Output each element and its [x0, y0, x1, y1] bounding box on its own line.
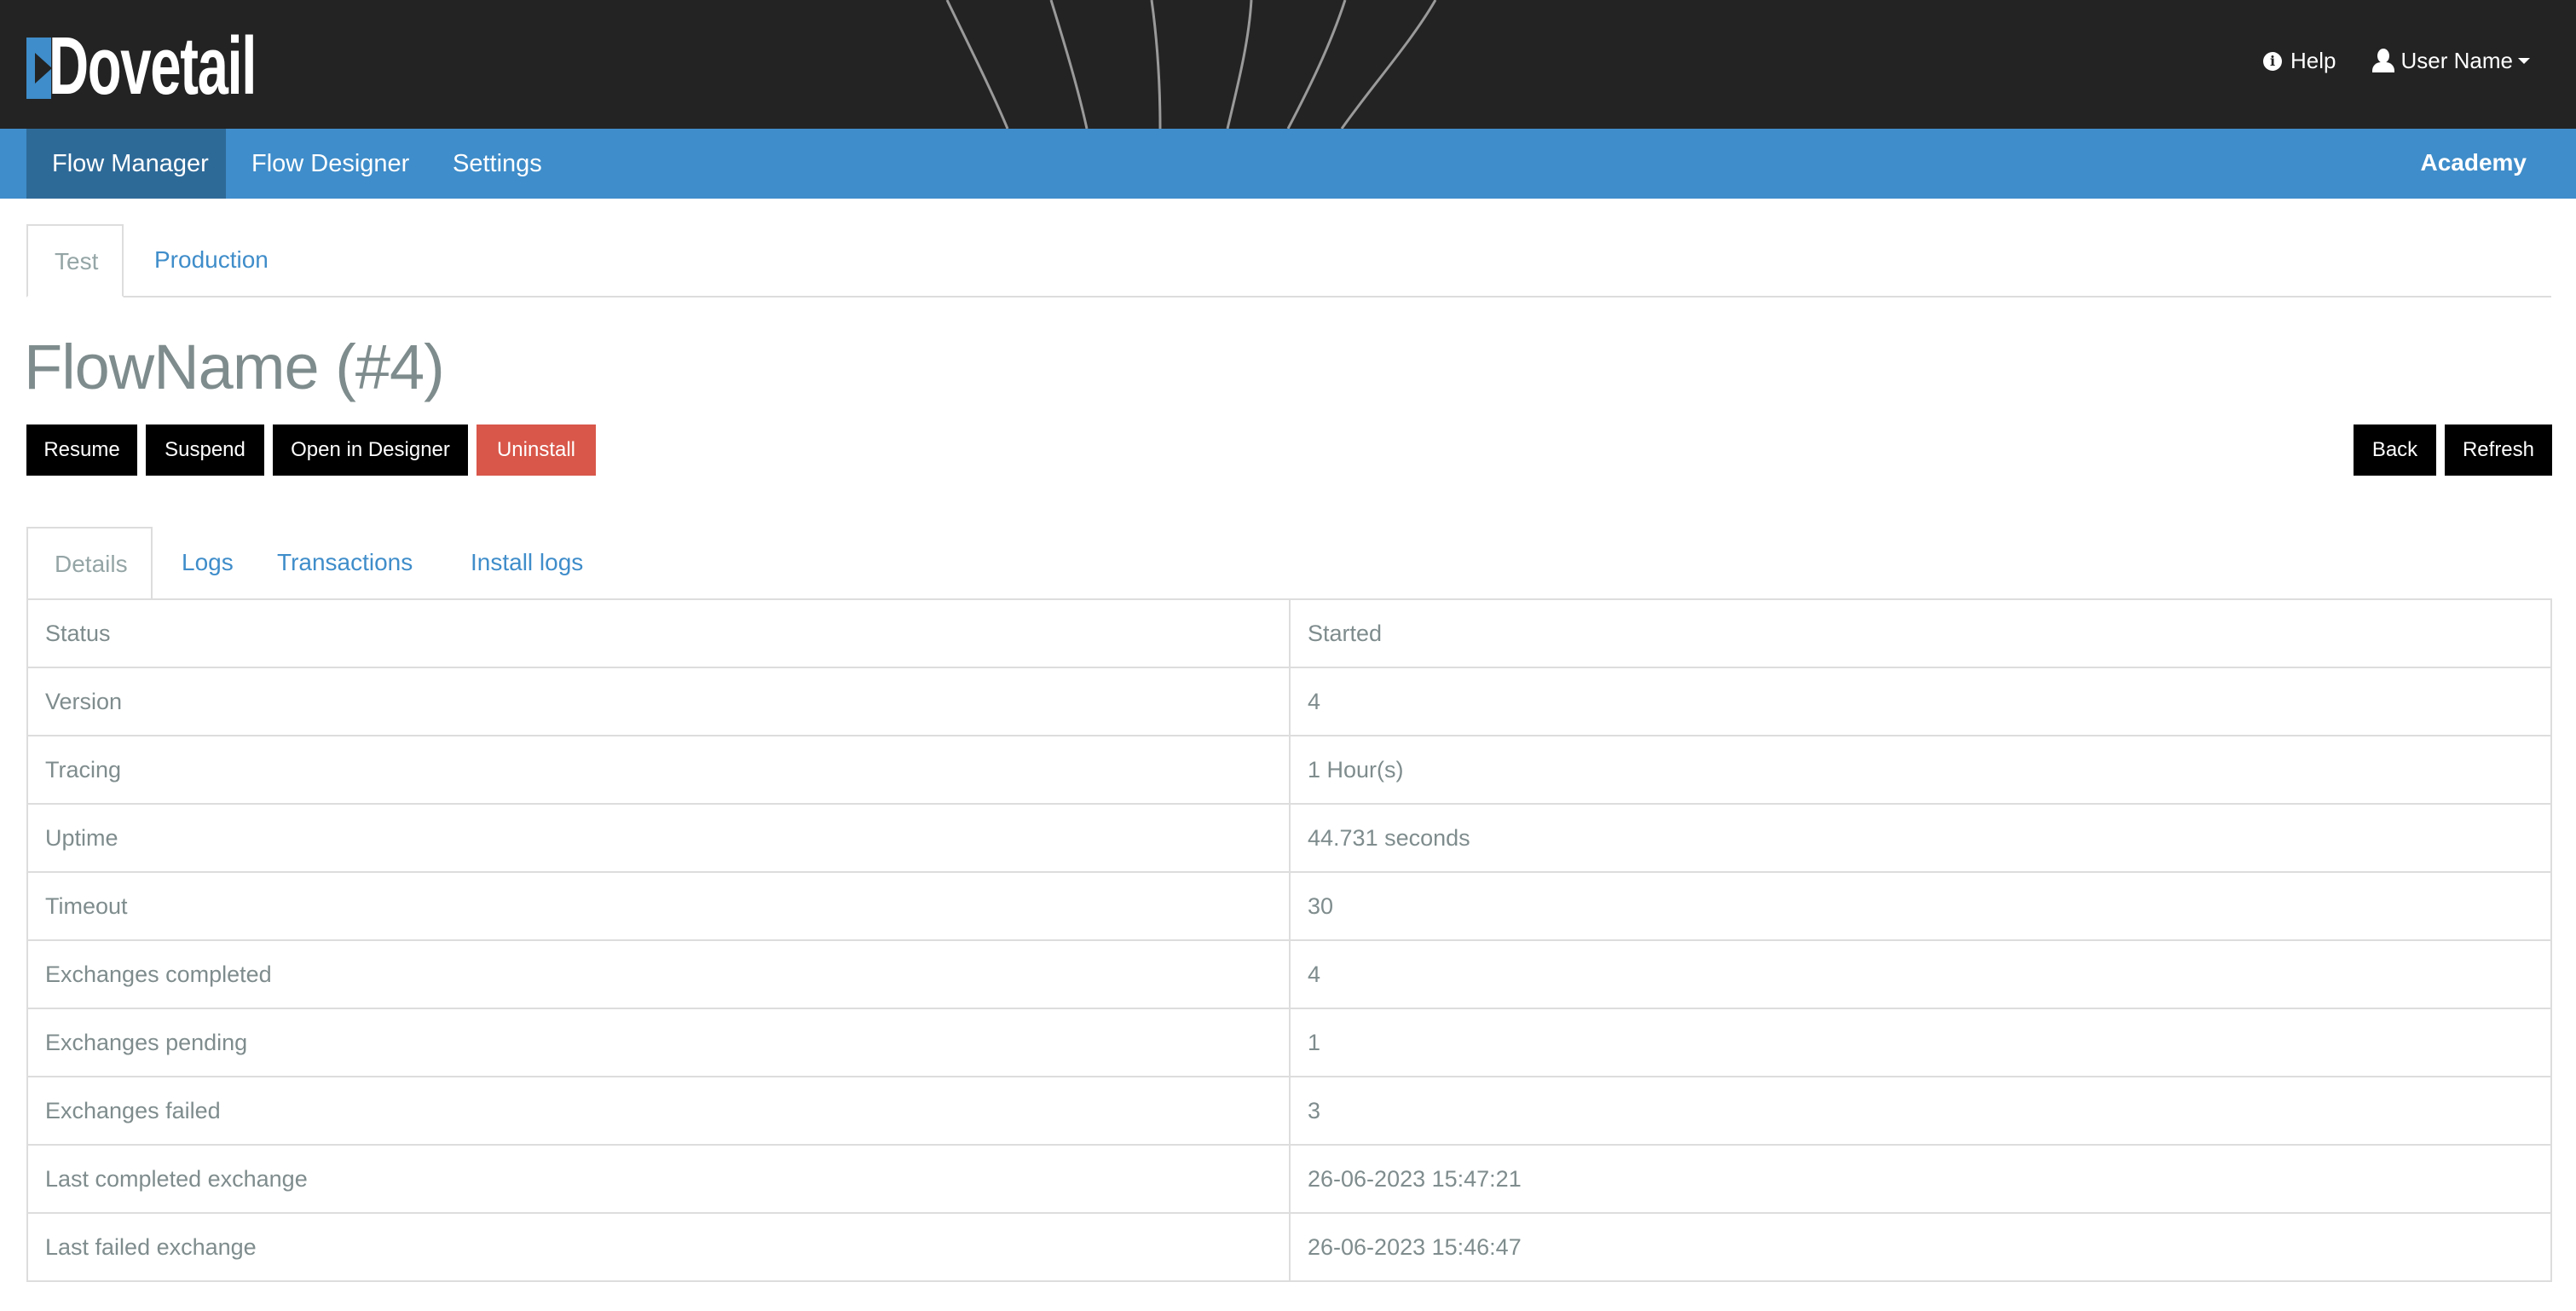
- row-label: Status: [26, 598, 1291, 668]
- nav-item-flow-designer[interactable]: Flow Designer: [226, 129, 435, 199]
- row-label: Tracing: [26, 735, 1291, 805]
- details-table: Status Started Version 4 Tracing 1 Hour(…: [26, 598, 2552, 1282]
- table-row-exchanges-pending: Exchanges pending 1: [26, 1008, 2552, 1077]
- decorative-lines: [945, 0, 1437, 129]
- suspend-button[interactable]: Suspend: [146, 424, 264, 476]
- tab-details[interactable]: Details: [26, 527, 153, 600]
- tab-logs[interactable]: Logs: [155, 527, 260, 600]
- logo-text: Dovetail: [49, 20, 257, 112]
- table-row-last-failed-exchange: Last failed exchange 26-06-2023 15:46:47: [26, 1212, 2552, 1282]
- row-value: 1 Hour(s): [1289, 735, 2552, 805]
- user-icon: [2371, 48, 2394, 74]
- row-label: Timeout: [26, 871, 1291, 941]
- row-value: 30: [1289, 871, 2552, 941]
- tab-transactions[interactable]: Transactions: [251, 527, 439, 600]
- table-row-tracing: Tracing 1 Hour(s): [26, 735, 2552, 805]
- uninstall-button[interactable]: Uninstall: [477, 424, 596, 476]
- top-header: Dovetail i Help User Name: [0, 0, 2576, 129]
- row-label: Version: [26, 667, 1291, 736]
- resume-button[interactable]: Resume: [26, 424, 137, 476]
- open-in-designer-button[interactable]: Open in Designer: [273, 424, 468, 476]
- row-label: Exchanges pending: [26, 1008, 1291, 1077]
- tab-test[interactable]: Test: [26, 224, 124, 297]
- tab-production[interactable]: Production: [128, 224, 295, 297]
- table-row-exchanges-completed: Exchanges completed 4: [26, 939, 2552, 1009]
- table-row-uptime: Uptime 44.731 seconds: [26, 803, 2552, 873]
- nav-item-flow-manager[interactable]: Flow Manager: [26, 129, 226, 199]
- user-name-label: User Name: [2400, 48, 2513, 73]
- row-label: Uptime: [26, 803, 1291, 873]
- back-button[interactable]: Back: [2354, 424, 2436, 476]
- table-row-status: Status Started: [26, 598, 2552, 668]
- page-title: FlowName (#4): [24, 332, 445, 402]
- row-label: Last failed exchange: [26, 1212, 1291, 1282]
- row-value: 26-06-2023 15:46:47: [1289, 1212, 2552, 1282]
- refresh-button[interactable]: Refresh: [2445, 424, 2552, 476]
- detail-tabs: Details Logs Transactions Install logs: [26, 527, 2551, 600]
- header-actions: i Help User Name: [2263, 48, 2530, 74]
- help-link[interactable]: i Help: [2263, 48, 2336, 74]
- tab-install-logs[interactable]: Install logs: [444, 527, 609, 600]
- row-value: 44.731 seconds: [1289, 803, 2552, 873]
- caret-down-icon: [2518, 58, 2530, 64]
- row-value: Started: [1289, 598, 2552, 668]
- row-value: 3: [1289, 1076, 2552, 1146]
- decorative-line: [1150, 0, 1162, 129]
- row-value: 26-06-2023 15:47:21: [1289, 1144, 2552, 1214]
- environment-tabs: Test Production: [26, 224, 2551, 297]
- decorative-line: [1286, 0, 1347, 129]
- nav-item-settings[interactable]: Settings: [427, 129, 568, 199]
- decorative-line: [1340, 0, 1437, 129]
- decorative-line: [945, 0, 1009, 129]
- academy-link[interactable]: Academy: [2420, 129, 2527, 199]
- help-label: Help: [2290, 48, 2336, 73]
- table-row-last-completed-exchange: Last completed exchange 26-06-2023 15:47…: [26, 1144, 2552, 1214]
- table-row-exchanges-failed: Exchanges failed 3: [26, 1076, 2552, 1146]
- row-value: 4: [1289, 939, 2552, 1009]
- info-circle-icon: i: [2263, 51, 2283, 71]
- table-row-timeout: Timeout 30: [26, 871, 2552, 941]
- main-navbar: Flow Manager Flow Designer Settings Acad…: [0, 129, 2576, 199]
- decorative-line: [1049, 0, 1089, 129]
- row-label: Exchanges completed: [26, 939, 1291, 1009]
- table-row-version: Version 4: [26, 667, 2552, 736]
- row-value: 4: [1289, 667, 2552, 736]
- user-menu[interactable]: User Name: [2371, 48, 2530, 74]
- row-label: Last completed exchange: [26, 1144, 1291, 1214]
- row-value: 1: [1289, 1008, 2552, 1077]
- decorative-line: [1226, 0, 1253, 129]
- row-label: Exchanges failed: [26, 1076, 1291, 1146]
